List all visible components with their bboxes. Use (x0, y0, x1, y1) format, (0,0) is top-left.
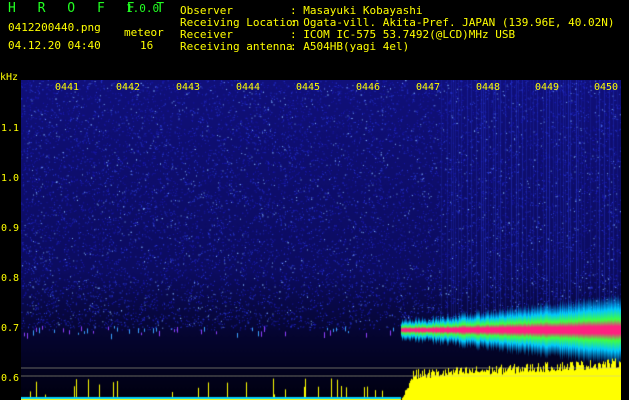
time-tick-0449: 0449 (535, 82, 560, 93)
image-filename: 0412200440.png (8, 21, 101, 34)
freq-tick-0-8: 0.8 (1, 273, 20, 284)
time-tick-0443: 0443 (176, 82, 201, 93)
event-count: 16 (140, 39, 154, 52)
freq-tick-0-9: 0.9 (1, 223, 20, 234)
time-tick-0441: 0441 (55, 82, 80, 93)
freq-tick-0-7: 0.7 (1, 323, 20, 334)
info-value-antenna: : A504HB(yagi 4el) (290, 40, 410, 53)
spectrogram-plot (21, 80, 621, 400)
spectrogram-overlay (21, 367, 621, 377)
info-key-antenna: Receiving antenna (180, 40, 293, 53)
app-version: 1.0.0 (126, 2, 160, 15)
freq-tick-0-6: 0.6 (1, 373, 20, 384)
time-tick-0444: 0444 (236, 82, 261, 93)
time-tick-0448: 0448 (476, 82, 501, 93)
freq-tick-1-0: 1.0 (1, 173, 20, 184)
freq-tick-1-1: 1.1 (1, 123, 20, 134)
event-label: meteor (124, 26, 164, 39)
time-tick-0447: 0447 (416, 82, 441, 93)
time-tick-0442: 0442 (116, 82, 141, 93)
observation-datetime: 04.12.20 04:40 (8, 39, 101, 52)
time-tick-0450: 0450 (594, 82, 619, 93)
spectrogram-window: H R O F F T 1.0.0 0412200440.png 04.12.2… (0, 0, 629, 400)
time-tick-0445: 0445 (296, 82, 321, 93)
time-tick-0446: 0446 (356, 82, 381, 93)
freq-unit-label: kHz (0, 72, 19, 83)
